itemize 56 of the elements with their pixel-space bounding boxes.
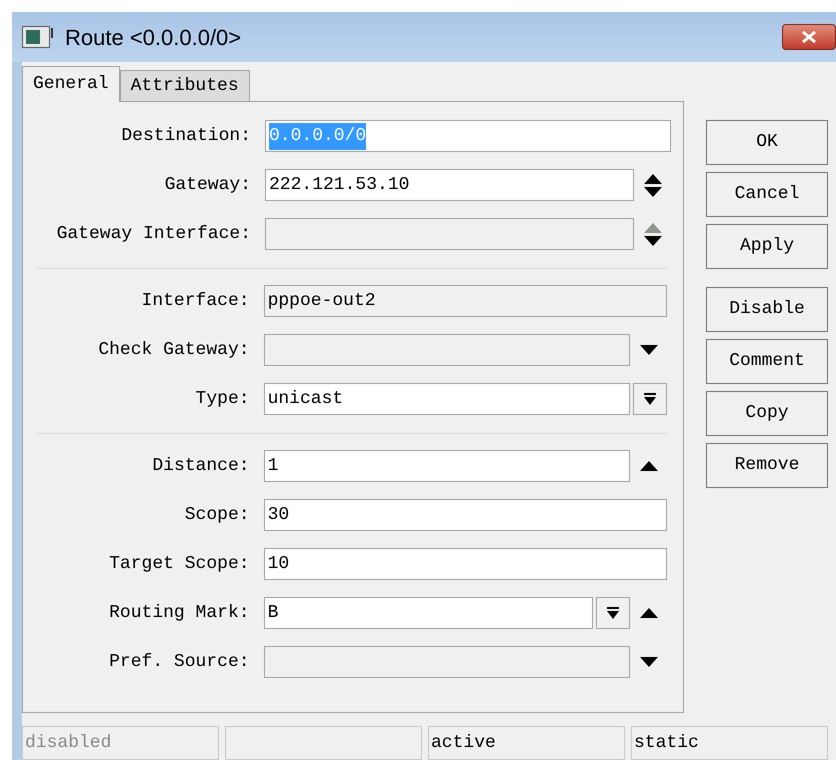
down-arrow-icon[interactable]	[640, 345, 658, 355]
field-label: Routing Mark:	[108, 602, 251, 624]
input-field[interactable]: B	[264, 597, 593, 629]
field-label: Gateway:	[164, 174, 252, 196]
field-label: Pref. Source:	[108, 650, 251, 674]
input-field[interactable]: pppoe-out2	[264, 285, 667, 317]
up-arrow-icon[interactable]	[640, 461, 658, 471]
dialog-button[interactable]: Apply	[706, 224, 828, 269]
input-field[interactable]: 1	[264, 450, 630, 482]
field-value: pppoe-out2	[268, 290, 376, 312]
field-label: Interface:	[140, 290, 251, 312]
field-value: B	[268, 602, 278, 624]
field-label: Target Scope:	[108, 552, 251, 576]
field-value: 1	[268, 454, 278, 478]
dialog-button[interactable]: Cancel	[706, 172, 828, 217]
dialog-button[interactable]: Disable	[706, 287, 828, 332]
dropdown-button[interactable]	[633, 383, 667, 415]
down-arrow-icon[interactable]	[640, 657, 658, 667]
input-field[interactable]: 10	[264, 548, 667, 580]
down-arrow-icon[interactable]	[644, 186, 662, 196]
field-label: Gateway Interface:	[56, 222, 252, 246]
field-label: Destination:	[120, 124, 252, 148]
field-value: 222.121.53.10	[269, 174, 410, 196]
input-field[interactable]: 222.121.53.10	[265, 169, 634, 201]
dropdown-icon	[644, 393, 656, 405]
input-field[interactable]	[265, 218, 634, 250]
dropdown-icon	[607, 607, 619, 619]
status-cell: disabled	[22, 726, 219, 760]
input-field[interactable]: 30	[264, 499, 667, 531]
field-label: Check Gateway:	[97, 338, 251, 362]
up-arrow-icon[interactable]	[644, 174, 662, 184]
tab[interactable]: Attributes	[120, 70, 250, 102]
input-field[interactable]	[264, 646, 630, 678]
down-arrow-icon[interactable]	[644, 236, 662, 246]
input-field[interactable]	[264, 334, 630, 366]
dialog-button[interactable]: Comment	[706, 339, 828, 384]
field-label: Type:	[194, 388, 251, 410]
close-button[interactable]	[782, 24, 836, 50]
up-arrow-icon[interactable]	[640, 608, 658, 618]
status-cell: static	[631, 726, 828, 760]
dialog-button[interactable]: Remove	[706, 443, 828, 488]
dropdown-button[interactable]	[596, 597, 630, 629]
window-title: Route <0.0.0.0/0>	[65, 24, 242, 52]
dialog-button[interactable]: OK	[706, 120, 828, 165]
field-value: 0.0.0.0/0	[269, 122, 366, 150]
field-value: 10	[268, 552, 290, 576]
field-value: 30	[268, 504, 290, 526]
field-label: Distance:	[151, 454, 251, 478]
field-value: unicast	[268, 388, 344, 410]
input-field[interactable]: unicast	[264, 383, 630, 415]
dialog-button[interactable]: Copy	[706, 391, 828, 436]
field-label: Scope:	[184, 504, 251, 526]
tab[interactable]: General	[22, 66, 120, 102]
window-icon	[22, 26, 56, 48]
close-icon	[801, 31, 817, 43]
status-cell: active	[428, 726, 625, 760]
